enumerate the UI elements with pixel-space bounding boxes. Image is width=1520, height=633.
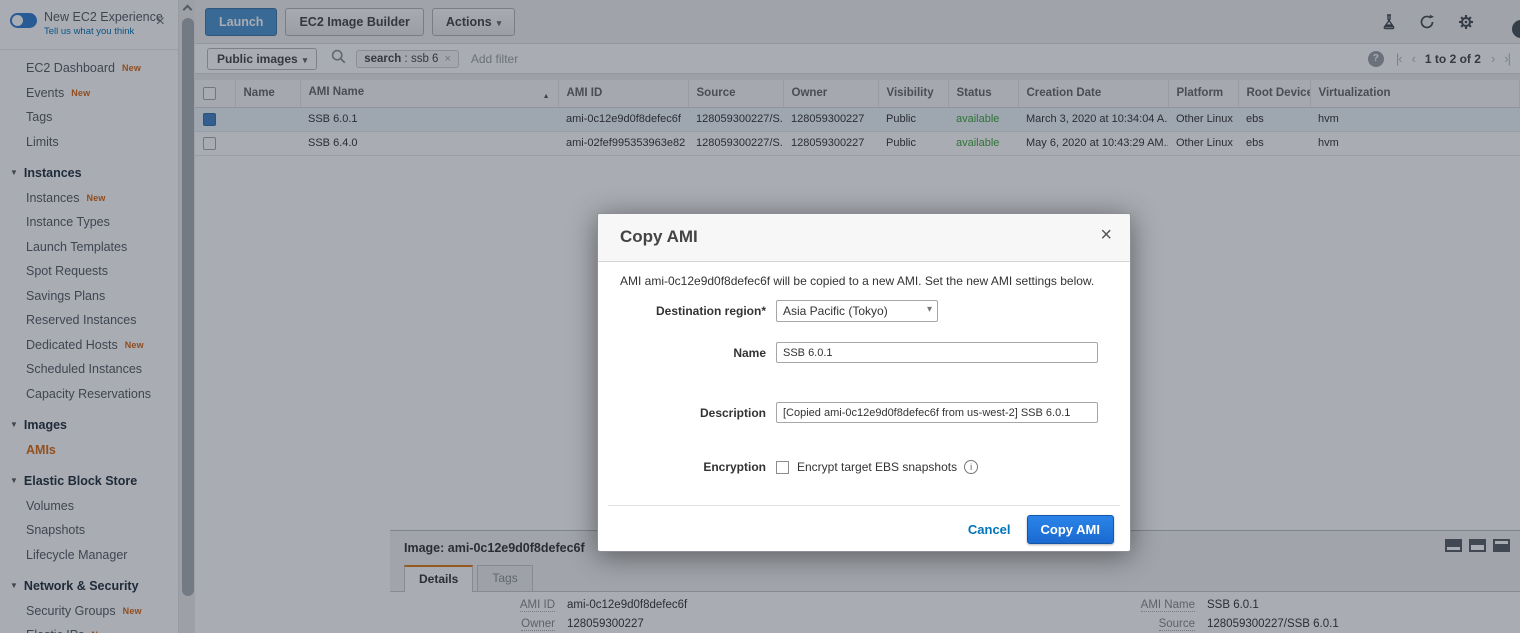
encryption-label: Encryption bbox=[620, 460, 766, 474]
destination-region-select[interactable]: Asia Pacific (Tokyo) ▾ bbox=[776, 300, 938, 322]
description-field[interactable] bbox=[776, 402, 1098, 423]
encrypt-checkbox-label: Encrypt target EBS snapshots bbox=[797, 460, 957, 474]
copy-ami-dialog: Copy AMI × AMI ami-0c12e9d0f8defec6f wil… bbox=[597, 213, 1131, 552]
dialog-title: Copy AMI bbox=[620, 227, 698, 247]
encrypt-checkbox[interactable] bbox=[776, 461, 789, 474]
dialog-description: AMI ami-0c12e9d0f8defec6f will be copied… bbox=[620, 274, 1108, 288]
name-field[interactable] bbox=[776, 342, 1098, 363]
info-icon[interactable]: i bbox=[964, 460, 978, 474]
name-label: Name bbox=[620, 346, 766, 360]
dialog-footer: Cancel Copy AMI bbox=[968, 506, 1114, 552]
ec2-console-window: New EC2 Experience Tell us what you thin… bbox=[0, 0, 1520, 633]
chevron-down-icon: ▾ bbox=[927, 304, 932, 315]
dialog-header: Copy AMI × bbox=[598, 214, 1130, 262]
copy-ami-button[interactable]: Copy AMI bbox=[1027, 515, 1114, 544]
description-label: Description bbox=[620, 406, 766, 420]
cancel-button[interactable]: Cancel bbox=[968, 522, 1011, 537]
destination-region-label: Destination region* bbox=[620, 304, 766, 318]
close-icon[interactable]: × bbox=[1100, 224, 1112, 247]
